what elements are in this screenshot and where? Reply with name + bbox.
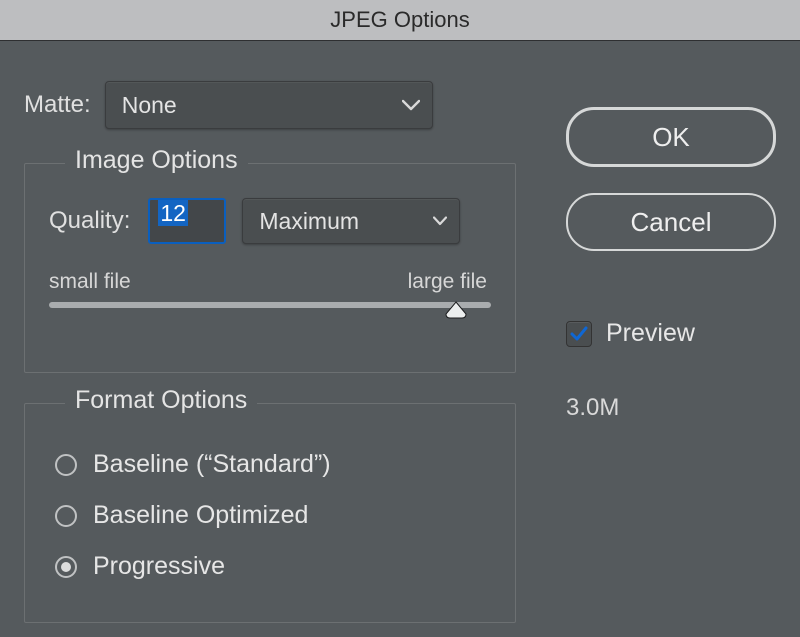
checkbox-icon — [566, 321, 592, 347]
quality-slider-group: small file large file — [49, 270, 491, 308]
image-options-group: Image Options Quality: 12 Maximum small … — [24, 163, 516, 373]
quality-input[interactable]: 12 — [148, 198, 226, 244]
ok-button[interactable]: OK — [566, 107, 776, 167]
slider-min-label: small file — [49, 270, 131, 294]
cancel-button-label: Cancel — [631, 207, 712, 238]
format-options-legend: Format Options — [65, 386, 257, 415]
format-option-label: Baseline Optimized — [93, 501, 308, 530]
matte-select-value: None — [122, 92, 177, 119]
preview-checkbox-row[interactable]: Preview — [566, 319, 776, 348]
file-size-readout: 3.0M — [566, 394, 776, 422]
quality-preset-value: Maximum — [259, 208, 359, 235]
slider-max-label: large file — [408, 270, 487, 294]
quality-label: Quality: — [49, 207, 130, 235]
radio-icon — [55, 505, 77, 527]
radio-icon — [55, 454, 77, 476]
window-titlebar: JPEG Options — [0, 0, 800, 41]
preview-label: Preview — [606, 319, 695, 348]
format-options-group: Format Options Baseline (“Standard”) Bas… — [24, 403, 516, 623]
ok-button-label: OK — [652, 122, 690, 153]
window-title: JPEG Options — [330, 7, 469, 33]
chevron-down-icon — [402, 99, 420, 111]
format-option-label: Progressive — [93, 552, 225, 581]
quality-value: 12 — [158, 200, 188, 226]
matte-select[interactable]: None — [105, 81, 433, 129]
format-option-baseline-standard[interactable]: Baseline (“Standard”) — [55, 450, 491, 479]
quality-slider[interactable] — [49, 302, 491, 308]
image-options-legend: Image Options — [65, 146, 248, 175]
quality-row: Quality: 12 Maximum — [49, 198, 491, 244]
slider-thumb-icon[interactable] — [444, 300, 468, 318]
cancel-button[interactable]: Cancel — [566, 193, 776, 251]
format-option-label: Baseline (“Standard”) — [93, 450, 331, 479]
quality-preset-select[interactable]: Maximum — [242, 198, 460, 244]
matte-label: Matte: — [24, 91, 91, 119]
format-option-baseline-optimized[interactable]: Baseline Optimized — [55, 501, 491, 530]
chevron-down-icon — [433, 216, 447, 226]
format-option-progressive[interactable]: Progressive — [55, 552, 491, 581]
radio-icon — [55, 556, 77, 578]
